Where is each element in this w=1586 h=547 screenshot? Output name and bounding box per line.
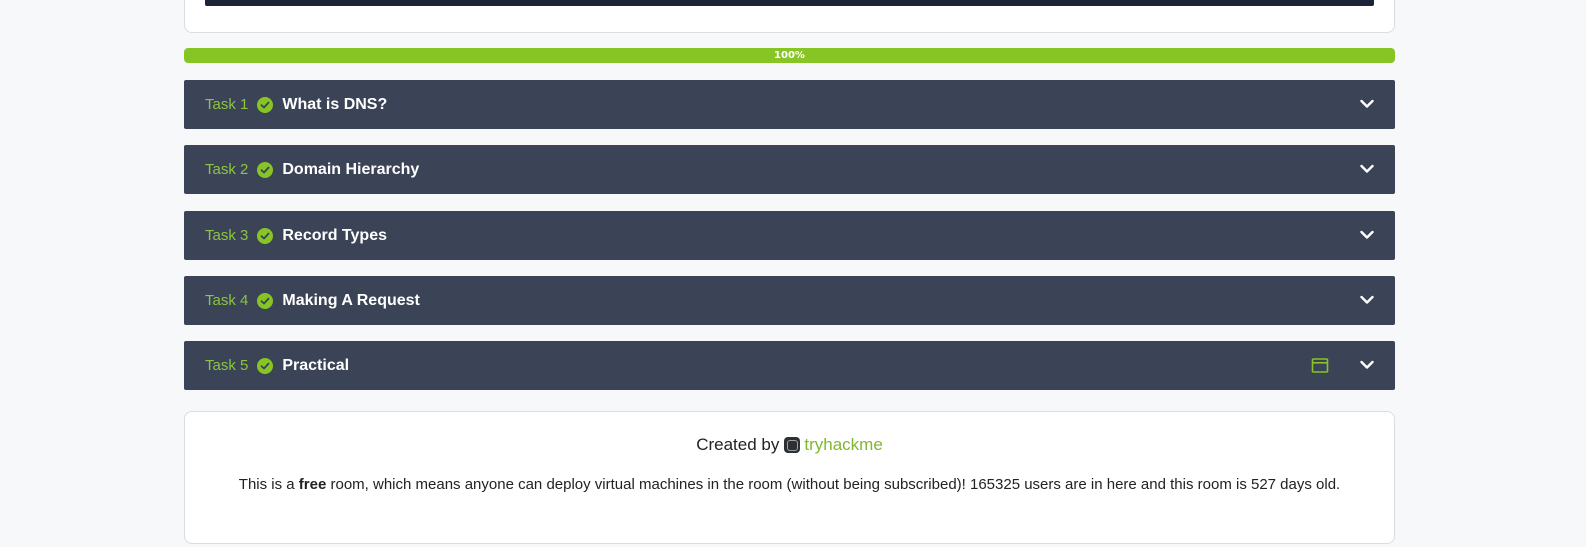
check-circle-icon bbox=[257, 292, 274, 309]
task-title: Domain Hierarchy bbox=[282, 160, 420, 178]
progress-percent: 100% bbox=[774, 50, 805, 61]
window-icon[interactable] bbox=[1311, 357, 1329, 374]
creator-avatar bbox=[784, 437, 801, 453]
task-title: Practical bbox=[282, 356, 350, 374]
check-circle-icon bbox=[257, 227, 274, 244]
chevron-down-icon[interactable] bbox=[1359, 161, 1375, 177]
desc-before: This is a bbox=[238, 476, 299, 493]
room-banner-card bbox=[184, 0, 1395, 33]
task-title: Record Types bbox=[282, 226, 387, 244]
chevron-down-icon[interactable] bbox=[1359, 292, 1375, 308]
progress-fill: 100% bbox=[184, 48, 1395, 63]
chevron-down-icon[interactable] bbox=[1359, 227, 1375, 243]
task-number: Task 4 bbox=[205, 292, 249, 309]
created-by-label: Created by bbox=[696, 435, 780, 454]
task-title: Making A Request bbox=[282, 291, 420, 309]
chevron-down-icon[interactable] bbox=[1359, 357, 1375, 373]
created-by-line: Created by tryhackme bbox=[185, 435, 1394, 455]
free-emphasis: free bbox=[298, 476, 327, 493]
room-description: This is a free room, which means anyone … bbox=[209, 473, 1370, 497]
check-circle-icon bbox=[257, 161, 274, 178]
task-1-header[interactable]: Task 1 What is DNS? bbox=[184, 80, 1395, 129]
check-circle-icon bbox=[257, 96, 274, 113]
room-info-card: Created by tryhackme This is a free room… bbox=[184, 411, 1395, 544]
desc-after: room, which means anyone can deploy virt… bbox=[326, 476, 1341, 493]
task-2-header[interactable]: Task 2 Domain Hierarchy bbox=[184, 145, 1395, 194]
task-title: What is DNS? bbox=[282, 95, 388, 113]
task-4-header[interactable]: Task 4 Making A Request bbox=[184, 276, 1395, 325]
banner-image bbox=[205, 0, 1374, 6]
task-number: Task 2 bbox=[205, 161, 249, 178]
check-circle-icon bbox=[257, 357, 274, 374]
task-number: Task 3 bbox=[205, 227, 249, 244]
room-progress-bar: 100% bbox=[184, 48, 1395, 63]
task-number: Task 5 bbox=[205, 357, 249, 374]
task-3-header[interactable]: Task 3 Record Types bbox=[184, 211, 1395, 260]
chevron-down-icon[interactable] bbox=[1359, 96, 1375, 112]
creator-link[interactable]: tryhackme bbox=[804, 435, 882, 455]
task-5-header[interactable]: Task 5 Practical bbox=[184, 341, 1395, 390]
task-number: Task 1 bbox=[205, 96, 249, 113]
